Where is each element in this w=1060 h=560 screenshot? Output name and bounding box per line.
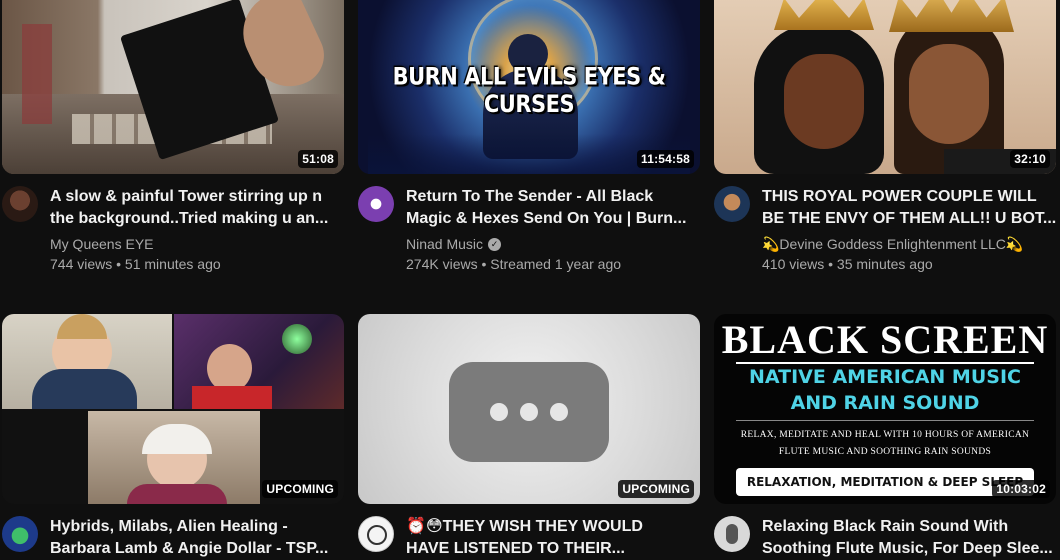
video-title[interactable]: Hybrids, Milabs, Alien Healing - Barbara… [50, 516, 344, 560]
channel-avatar[interactable] [2, 516, 38, 552]
channel-avatar[interactable] [358, 186, 394, 222]
video-thumbnail[interactable]: BURN ALL EVILS EYES & CURSES 11:54:58 [358, 0, 700, 174]
duration-badge: 11:54:58 [637, 150, 694, 168]
channel-name[interactable]: Ninad Music ✓ [406, 234, 700, 254]
video-title[interactable]: Relaxing Black Rain Sound With Soothing … [762, 516, 1056, 560]
video-card-3[interactable]: 32:10 THIS ROYAL POWER COUPLE WILL BE TH… [714, 0, 1056, 274]
channel-name[interactable]: 💫Devine Goddess Enlightenment LLC💫 [762, 234, 1056, 254]
status-badge: UPCOMING [618, 480, 694, 498]
video-card-1[interactable]: 51:08 A slow & painful Tower stirring up… [2, 0, 344, 274]
duration-badge: 32:10 [1010, 150, 1050, 168]
thumb-subheading: NATIVE AMERICAN MUSIC [749, 366, 1021, 388]
video-stats: 744 views • 51 minutes ago [50, 256, 221, 272]
thumb-description: RELAX, MEDITATE AND HEAL WITH 10 HOURS O… [740, 430, 1030, 440]
video-title[interactable]: ⏰😳THEY WISH THEY WOULD HAVE LISTENED TO … [406, 516, 700, 560]
video-stats: 410 views • 35 minutes ago [762, 256, 933, 272]
duration-badge: 10:03:02 [992, 480, 1050, 498]
status-badge: UPCOMING [262, 480, 338, 498]
video-thumbnail[interactable]: UPCOMING [2, 314, 344, 504]
video-card-4[interactable]: UPCOMING Hybrids, Milabs, Alien Healing … [2, 314, 344, 560]
channel-avatar[interactable] [714, 186, 750, 222]
channel-avatar[interactable] [714, 516, 750, 552]
placeholder-play-icon [449, 362, 609, 462]
video-thumbnail[interactable]: UPCOMING [358, 314, 700, 504]
video-stats: 274K views • Streamed 1 year ago [406, 256, 622, 272]
channel-avatar[interactable] [2, 186, 38, 222]
video-title[interactable]: THIS ROYAL POWER COUPLE WILL BE THE ENVY… [762, 186, 1056, 230]
duration-badge: 51:08 [298, 150, 338, 168]
video-title[interactable]: Return To The Sender - All Black Magic &… [406, 186, 700, 230]
channel-avatar[interactable] [358, 516, 394, 552]
thumb-heading: BLACK SCREEN [721, 317, 1049, 362]
thumb-subheading: AND RAIN SOUND [790, 392, 980, 414]
verified-check-icon: ✓ [488, 237, 502, 251]
thumb-overlay-text: BURN ALL EVILS EYES & CURSES [392, 62, 666, 118]
video-thumbnail[interactable]: 51:08 [2, 0, 344, 174]
video-title[interactable]: A slow & painful Tower stirring up n the… [50, 186, 344, 230]
video-card-6[interactable]: BLACK SCREEN NATIVE AMERICAN MUSIC AND R… [714, 314, 1056, 560]
video-thumbnail[interactable]: BLACK SCREEN NATIVE AMERICAN MUSIC AND R… [714, 314, 1056, 504]
channel-name[interactable]: My Queens EYE [50, 234, 344, 254]
thumb-banner: RELAXATION, MEDITATION & DEEP SLEEP [736, 468, 1034, 496]
thumb-description: FLUTE MUSIC AND SOOTHING RAIN SOUNDS [778, 447, 992, 457]
video-card-2[interactable]: BURN ALL EVILS EYES & CURSES 11:54:58 Re… [358, 0, 700, 274]
video-thumbnail[interactable]: 32:10 [714, 0, 1056, 174]
video-card-5[interactable]: UPCOMING ⏰😳THEY WISH THEY WOULD HAVE LIS… [358, 314, 700, 560]
